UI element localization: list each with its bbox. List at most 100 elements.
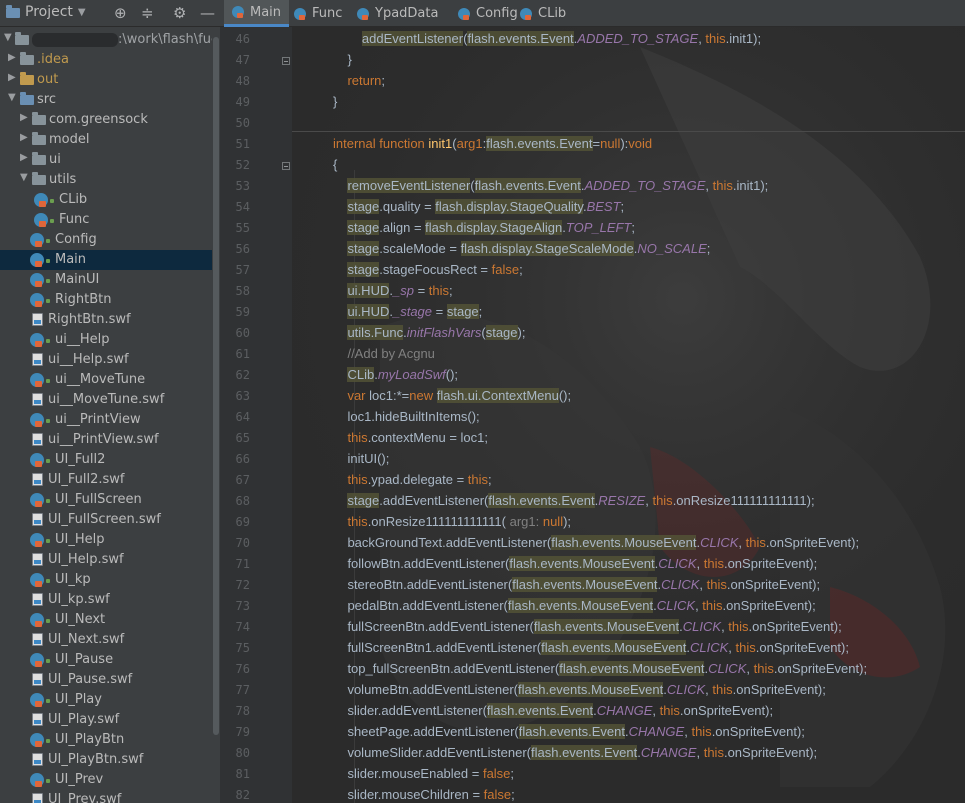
tree-item-ui-pause[interactable]: UI_Pause	[0, 650, 212, 670]
tree-item-ui-printview[interactable]: ui__PrintView	[0, 410, 212, 430]
tree-item-ui-full2[interactable]: UI_Full2	[0, 450, 212, 470]
code-line[interactable]: initUI();	[333, 451, 389, 466]
code-line[interactable]: slider.mouseChildren = false;	[333, 787, 514, 802]
code-line[interactable]: stage.stageFocusRect = false;	[333, 262, 523, 277]
collapse-icon[interactable]: ≑	[141, 4, 154, 22]
project-view-selector[interactable]: Project ▼	[6, 4, 86, 20]
code-line[interactable]: backGroundText.addEventListener(flash.ev…	[333, 535, 859, 550]
tree-item-ui-play-swf[interactable]: UI_Play.swf	[0, 710, 212, 730]
tree-item-rightbtn-swf[interactable]: RightBtn.swf	[0, 310, 212, 330]
tree-item-label: UI_kp.swf	[48, 592, 110, 607]
tree-item-rightbtn[interactable]: RightBtn	[0, 290, 212, 310]
code-line[interactable]: stage.align = flash.display.StageAlign.T…	[333, 220, 635, 235]
code-line[interactable]: internal function init1(arg1:flash.event…	[333, 136, 652, 151]
tree-root-row[interactable]: ▼ :\work\flash\fuck	[0, 30, 220, 50]
tab-ypaddata[interactable]: YpadData	[349, 0, 446, 27]
scrollbar-thumb[interactable]	[213, 37, 219, 736]
tree-item-ui-help-swf[interactable]: UI_Help.swf	[0, 550, 212, 570]
locate-icon[interactable]: ⊕	[114, 4, 127, 22]
tree-item-ui-prev-swf[interactable]: UI_Prev.swf	[0, 790, 212, 803]
chevron-down-icon[interactable]: ▼	[4, 32, 14, 43]
tab-clib[interactable]: CLib	[512, 0, 574, 27]
code-line[interactable]: stage.quality = flash.display.StageQuali…	[333, 199, 624, 214]
fold-marker-icon[interactable]	[282, 57, 290, 65]
fold-marker-icon[interactable]	[282, 162, 290, 170]
chevron-right-icon[interactable]: ▶	[20, 132, 30, 143]
tree-item-model[interactable]: ▶ model	[0, 130, 212, 150]
code-line[interactable]: return;	[333, 73, 385, 88]
code-editor[interactable]: 46 47 48 49 50 51 52 53 54 55 56 57 58 59 60 61 62 63 64 65…	[220, 27, 965, 803]
code-line[interactable]: loc1.hideBuiltInItems();	[333, 409, 479, 424]
tree-item-src[interactable]: ▼ src	[0, 90, 212, 110]
code-line[interactable]: utils.Func.initFlashVars(stage);	[333, 325, 525, 340]
tab-main[interactable]: Main	[224, 0, 290, 27]
tree-item-ui-next[interactable]: UI_Next	[0, 610, 212, 630]
tree-item-ui-pause-swf[interactable]: UI_Pause.swf	[0, 670, 212, 690]
chevron-right-icon[interactable]: ▶	[8, 72, 18, 83]
chevron-right-icon[interactable]: ▶	[8, 52, 18, 63]
code-line[interactable]: this.ypad.delegate = this;	[333, 472, 491, 487]
code-line[interactable]: }	[333, 94, 337, 109]
tree-item-ui-help-swf[interactable]: ui__Help.swf	[0, 350, 212, 370]
code-line[interactable]: volumeSlider.addEventListener(flash.even…	[333, 745, 817, 760]
tree-item-mainui[interactable]: MainUI	[0, 270, 212, 290]
tree-item-ui-playbtn-swf[interactable]: UI_PlayBtn.swf	[0, 750, 212, 770]
gear-icon[interactable]: ⚙	[173, 4, 186, 22]
code-line[interactable]: {	[333, 157, 337, 172]
tree-item-ui-full2-swf[interactable]: UI_Full2.swf	[0, 470, 212, 490]
code-line[interactable]: addEventListener(flash.events.Event.ADDE…	[333, 31, 761, 46]
project-scrollbar[interactable]	[212, 27, 220, 803]
tree-item-clib[interactable]: CLib	[0, 190, 212, 210]
code-line[interactable]: ui.HUD._sp = this;	[333, 283, 453, 298]
tree-item-ui-help[interactable]: ui__Help	[0, 330, 212, 350]
code-line[interactable]: pedalBtn.addEventListener(flash.events.M…	[333, 598, 816, 613]
code-line[interactable]: volumeBtn.addEventListener(flash.events.…	[333, 682, 826, 697]
code-line[interactable]: var loc1:*=new flash.ui.ContextMenu();	[333, 388, 571, 403]
tree-item-ui-fullscreen[interactable]: UI_FullScreen	[0, 490, 212, 510]
line-number: 78	[235, 704, 250, 718]
code-line[interactable]: top_fullScreenBtn.addEventListener(flash…	[333, 661, 867, 676]
code-line[interactable]: CLib.myLoadSwf();	[333, 367, 458, 382]
tree-item-com-greensock[interactable]: ▶ com.greensock	[0, 110, 212, 130]
chevron-down-icon[interactable]: ▼	[20, 172, 30, 183]
tree-item-main[interactable]: Main	[0, 250, 212, 270]
tree-item-ui-kp[interactable]: UI_kp	[0, 570, 212, 590]
code-line[interactable]: stage.addEventListener(flash.events.Even…	[333, 493, 815, 508]
tree-item-ui-playbtn[interactable]: UI_PlayBtn	[0, 730, 212, 750]
tree-item-ui-prev[interactable]: UI_Prev	[0, 770, 212, 790]
code-line[interactable]: sheetPage.addEventListener(flash.events.…	[333, 724, 805, 739]
tree-item-utils[interactable]: ▼ utils	[0, 170, 212, 190]
code-line[interactable]: stereoBtn.addEventListener(flash.events.…	[333, 577, 820, 592]
code-line[interactable]: slider.addEventListener(flash.events.Eve…	[333, 703, 773, 718]
tree-item-func[interactable]: Func	[0, 210, 212, 230]
chevron-down-icon[interactable]: ▼	[8, 92, 18, 103]
tab-func[interactable]: Func	[286, 0, 350, 27]
tree-item-ui-movetune-swf[interactable]: ui__MoveTune.swf	[0, 390, 212, 410]
tree-item-ui-play[interactable]: UI_Play	[0, 690, 212, 710]
code-line[interactable]: fullScreenBtn.addEventListener(flash.eve…	[333, 619, 842, 634]
tree-item-config[interactable]: Config	[0, 230, 212, 250]
tree-item-ui-movetune[interactable]: ui__MoveTune	[0, 370, 212, 390]
code-line[interactable]: followBtn.addEventListener(flash.events.…	[333, 556, 817, 571]
code-line[interactable]: //Add by Acgnu	[333, 346, 434, 361]
tree-item-ui-printview-swf[interactable]: ui__PrintView.swf	[0, 430, 212, 450]
code-line[interactable]: ui.HUD._stage = stage;	[333, 304, 482, 319]
tree-item-ui-kp-swf[interactable]: UI_kp.swf	[0, 590, 212, 610]
tree-item-ui[interactable]: ▶ ui	[0, 150, 212, 170]
tree-item-ui-next-swf[interactable]: UI_Next.swf	[0, 630, 212, 650]
code-line[interactable]: fullScreenBtn1.addEventListener(flash.ev…	[333, 640, 849, 655]
tree-item-ui-help[interactable]: UI_Help	[0, 530, 212, 550]
code-line[interactable]: this.contextMenu = loc1;	[333, 430, 488, 445]
tree-item-out[interactable]: ▶ out	[0, 70, 212, 90]
code-token: =	[432, 304, 447, 319]
code-line[interactable]: stage.scaleMode = flash.display.StageSca…	[333, 241, 710, 256]
tree-item-ui-fullscreen-swf[interactable]: UI_FullScreen.swf	[0, 510, 212, 530]
chevron-right-icon[interactable]: ▶	[20, 152, 30, 163]
code-line[interactable]: removeEventListener(flash.events.Event.A…	[333, 178, 768, 193]
minimize-icon[interactable]: —	[200, 4, 215, 22]
chevron-right-icon[interactable]: ▶	[20, 112, 30, 123]
tree-item-idea[interactable]: ▶ .idea	[0, 50, 212, 70]
code-line[interactable]: this.onResize111111111111( arg1: null);	[333, 514, 571, 529]
code-line[interactable]: slider.mouseEnabled = false;	[333, 766, 514, 781]
code-line[interactable]: }	[333, 52, 351, 67]
